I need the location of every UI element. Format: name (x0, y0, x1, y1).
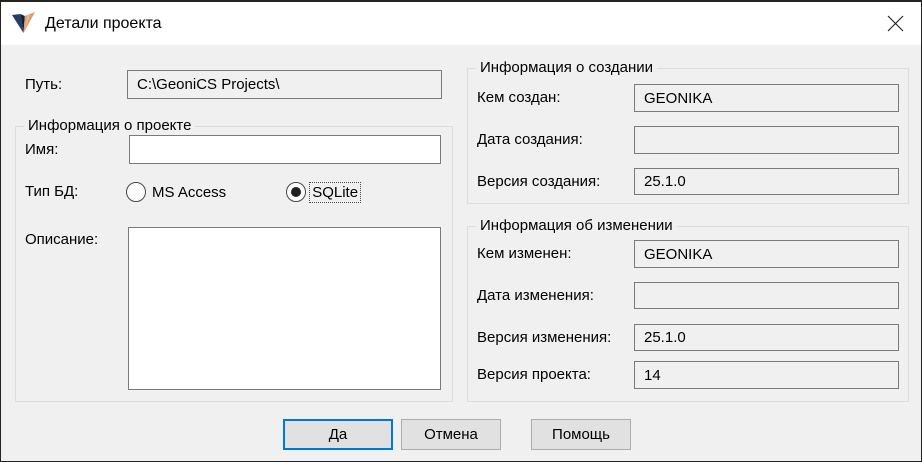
radio-sqlite[interactable]: SQLite (286, 182, 360, 202)
db-type-label: Тип БД: (25, 180, 78, 204)
description-textarea[interactable] (128, 227, 441, 390)
modification-date-field[interactable] (634, 282, 899, 309)
creation-version-field[interactable] (634, 168, 899, 195)
radio-ms-access-label: MS Access (150, 183, 228, 202)
help-button[interactable]: Помощь (531, 419, 631, 450)
created-by-field[interactable] (634, 84, 899, 112)
creation-info-group-title: Информация о создании (476, 59, 657, 76)
modification-version-field[interactable] (634, 324, 899, 351)
modification-date-label: Дата изменения: (477, 282, 594, 309)
cancel-button[interactable]: Отмена (401, 419, 501, 450)
geonics-logo-icon (11, 11, 36, 36)
radio-ms-access[interactable]: MS Access (126, 182, 228, 202)
modification-version-label: Версия изменения: (477, 324, 611, 351)
name-label: Имя: (25, 135, 58, 164)
path-field[interactable] (127, 70, 442, 99)
db-type-radio-group: MS Access SQLite (126, 180, 360, 204)
description-label: Описание: (25, 230, 98, 250)
project-version-field[interactable] (634, 361, 899, 389)
yes-button[interactable]: Да (283, 419, 393, 450)
close-icon (887, 15, 904, 32)
name-input[interactable] (129, 135, 441, 164)
path-label: Путь: (25, 70, 62, 99)
project-details-dialog: Детали проекта Путь: Информация о проект… (0, 0, 922, 462)
radio-checked-icon (286, 182, 306, 202)
modification-info-group-title: Информация об изменении (476, 217, 677, 234)
radio-unchecked-icon (126, 182, 146, 202)
titlebar: Детали проекта (1, 2, 921, 45)
modified-by-field[interactable] (634, 240, 899, 268)
creation-date-label: Дата создания: (477, 126, 583, 154)
creation-version-label: Версия создания: (477, 168, 600, 195)
created-by-label: Кем создан: (477, 84, 561, 112)
modified-by-label: Кем изменен: (477, 240, 572, 268)
creation-date-field[interactable] (634, 126, 899, 154)
project-version-label: Версия проекта: (477, 361, 591, 389)
window-title: Детали проекта (45, 2, 162, 45)
close-button[interactable] (876, 8, 914, 39)
radio-sqlite-label: SQLite (310, 183, 360, 202)
project-info-group-title: Информация о проекте (24, 117, 195, 134)
